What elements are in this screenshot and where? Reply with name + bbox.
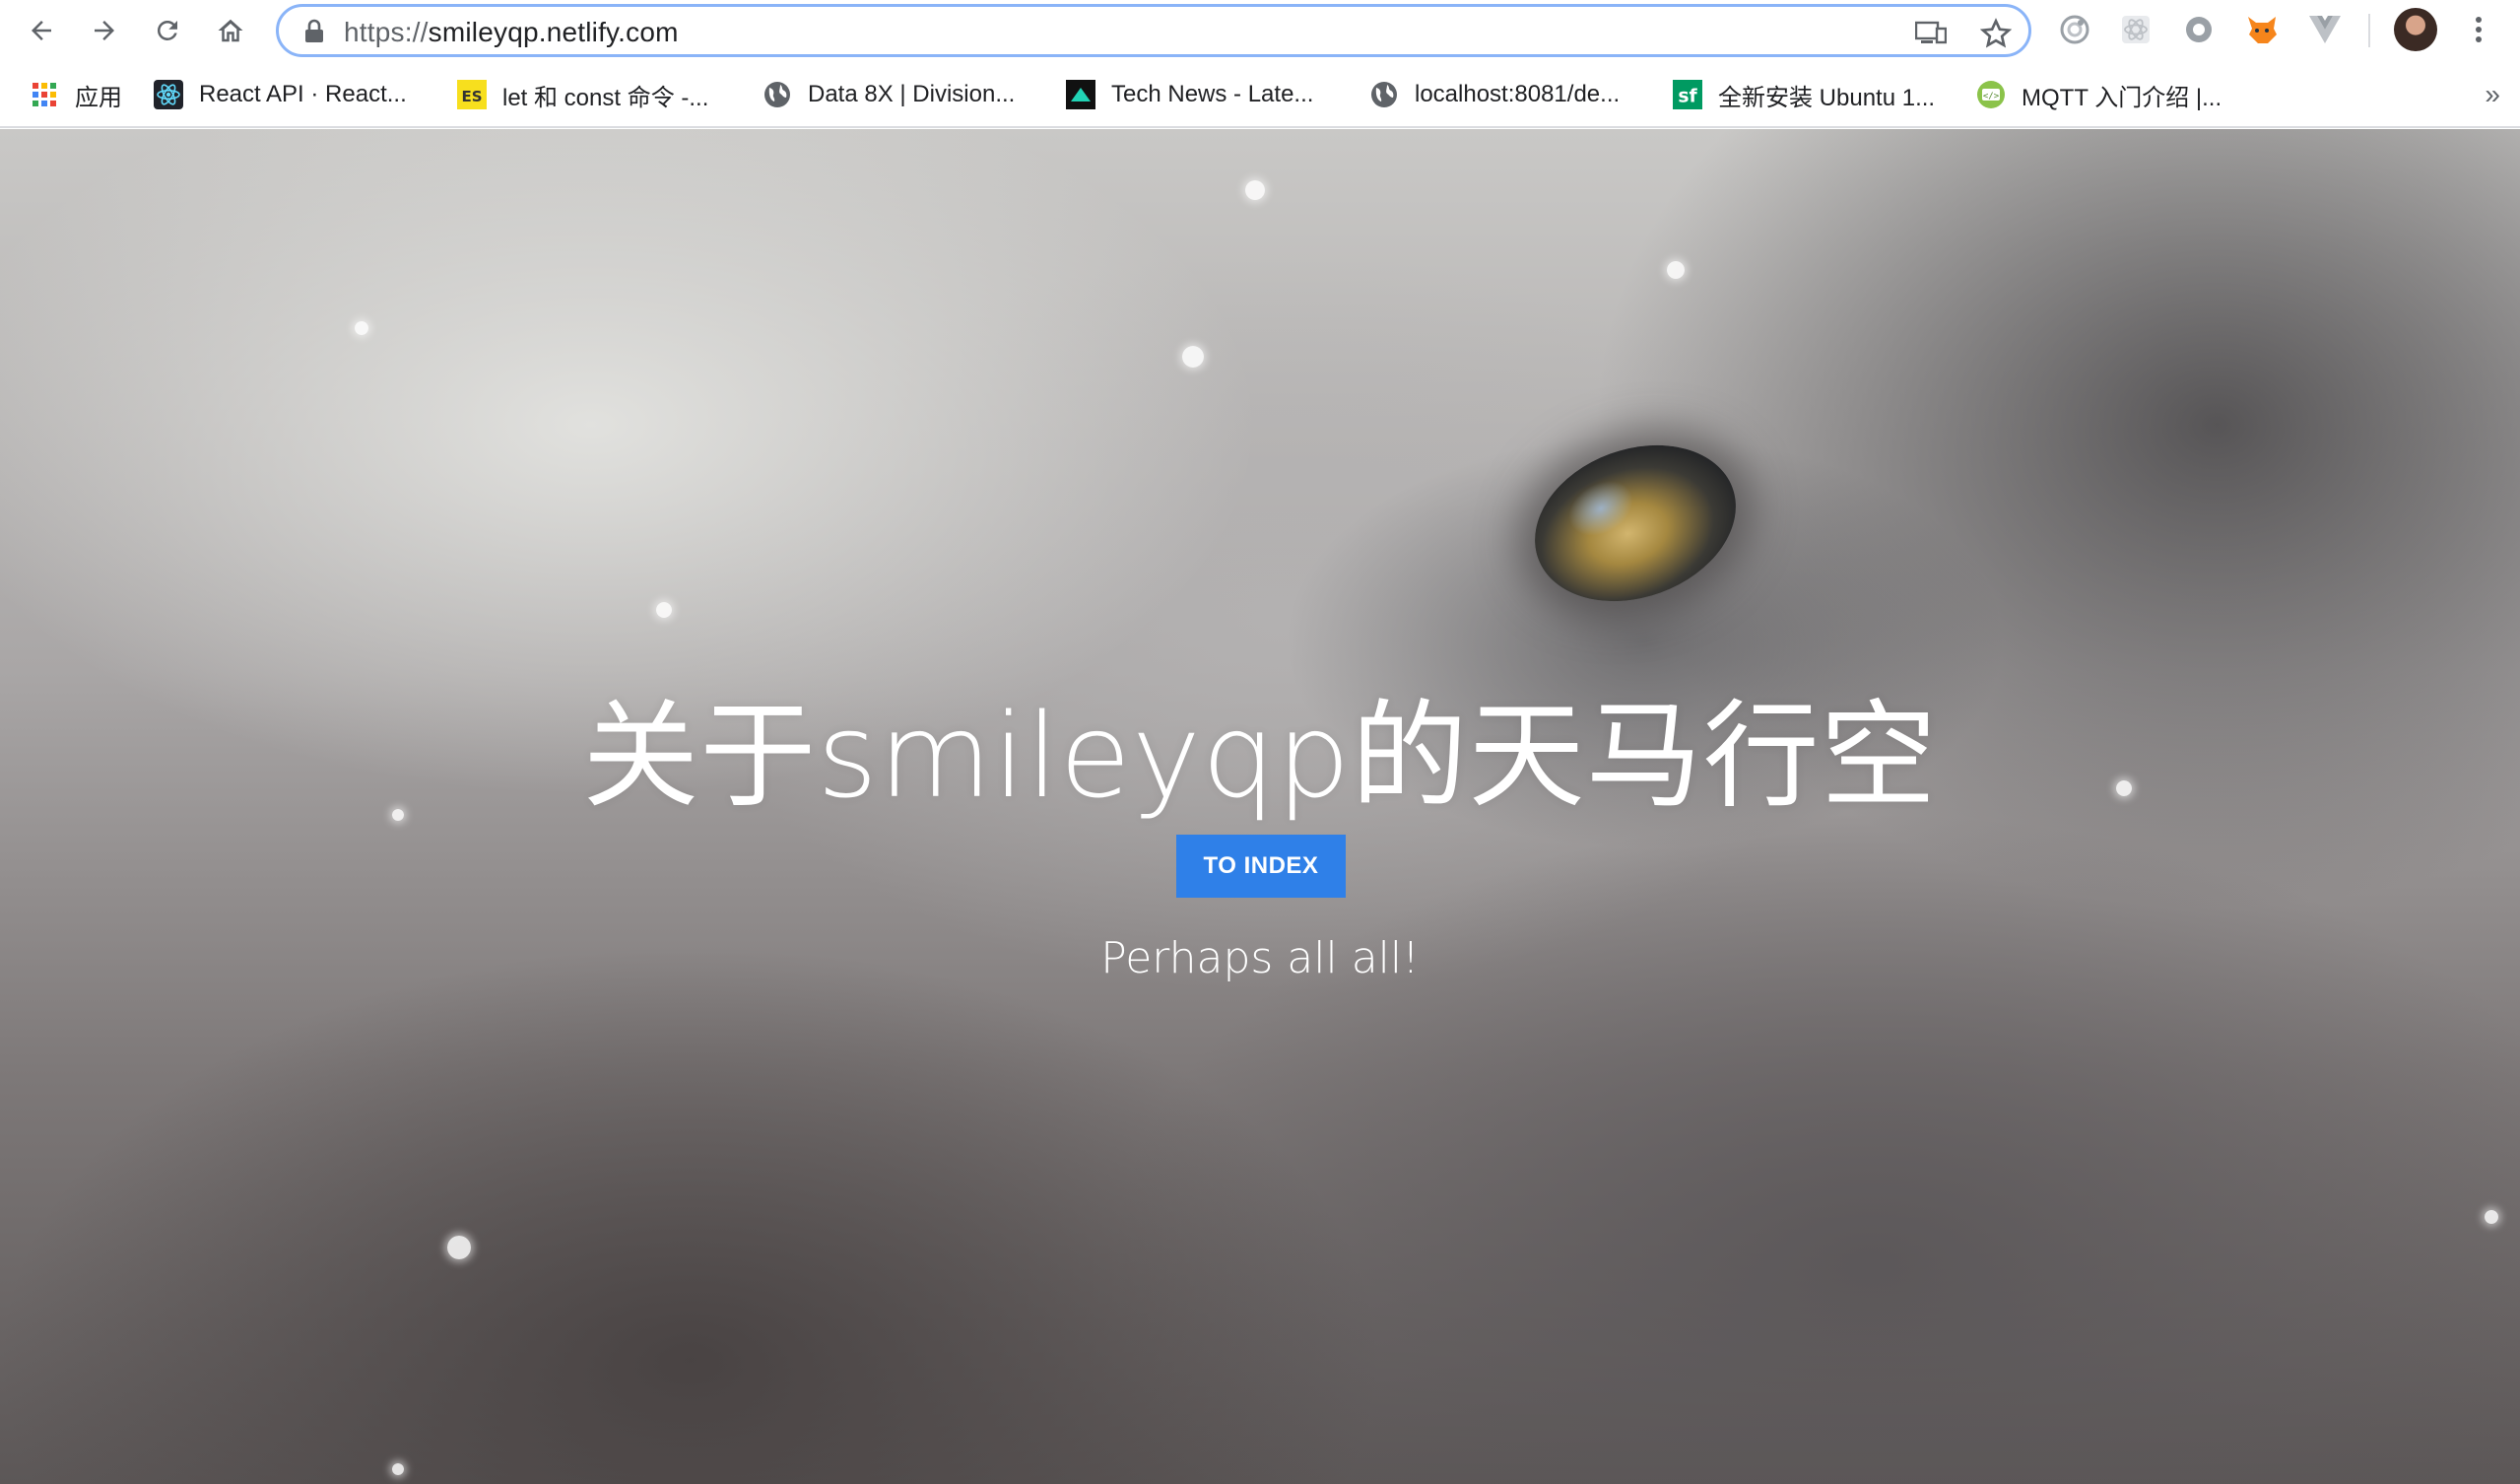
star-bookmark-icon[interactable] — [1979, 17, 2013, 50]
hero-section: 关于smileyqp的天马行空 TO INDEX Perhaps all all… — [0, 129, 2520, 1484]
cat-eye-image — [1512, 418, 1758, 629]
bookmark-label: 全新安装 Ubuntu 1... — [1718, 84, 1936, 111]
snowflake — [447, 1236, 471, 1259]
bookmark-ubuntu[interactable]: sf 全新安装 Ubuntu 1... — [1673, 75, 1935, 114]
bookmark-label: let 和 const 命令 -... — [502, 84, 709, 111]
fox-extension-icon[interactable] — [2244, 12, 2280, 47]
technews-icon — [1066, 80, 1095, 109]
snowflake — [656, 602, 672, 618]
bookmark-mqtt[interactable]: </> MQTT 入门介绍 |... — [1976, 75, 2222, 114]
snowflake — [2485, 1210, 2498, 1224]
bookmark-tech-news[interactable]: Tech News - Late... — [1066, 75, 1313, 114]
menu-kebab-icon[interactable] — [2461, 12, 2496, 47]
toolbar-divider — [2368, 14, 2370, 47]
apps-grid-icon — [30, 80, 59, 109]
bookmark-label: 应用 — [75, 84, 122, 111]
home-button[interactable] — [207, 8, 254, 53]
arrow-right-icon — [95, 21, 114, 40]
sf-icon: sf — [1673, 80, 1702, 109]
globe-icon — [1369, 80, 1399, 109]
to-index-button[interactable]: TO INDEX — [1176, 835, 1346, 898]
bookmark-label: MQTT 入门介绍 |... — [2022, 84, 2222, 111]
snowflake — [1667, 261, 1685, 279]
code-icon: </> — [1976, 80, 2006, 109]
forward-button[interactable] — [81, 8, 128, 53]
bookmark-let-const[interactable]: ES let 和 const 命令 -... — [457, 75, 708, 114]
vue-devtools-icon[interactable] — [2307, 12, 2343, 47]
url-protocol: https:// — [344, 17, 429, 47]
bookmark-label: Data 8X | Division... — [808, 81, 1016, 107]
snowflake — [1245, 180, 1265, 200]
extension-target-icon[interactable] — [2057, 12, 2092, 47]
bookmark-label: Tech News - Late... — [1111, 81, 1314, 107]
reload-button[interactable] — [144, 8, 191, 53]
back-button[interactable] — [18, 8, 65, 53]
arrow-left-icon — [32, 21, 51, 40]
bookmarks-overflow-icon[interactable]: » — [2485, 79, 2500, 110]
circle-extension-icon[interactable] — [2181, 12, 2217, 47]
snowflake — [392, 1463, 404, 1475]
url-host: smileyqp.netlify.com — [428, 17, 679, 47]
address-bar[interactable]: https://smileyqp.netlify.com — [276, 4, 2031, 57]
svg-text:</>: </> — [1983, 92, 2000, 101]
bookmark-label: React API · React... — [199, 81, 407, 107]
lock-icon — [305, 19, 323, 42]
bookmarks-bar: 应用 React API · React... ES let 和 const 命… — [0, 61, 2520, 128]
bookmark-localhost[interactable]: localhost:8081/de... — [1369, 75, 1620, 114]
home-icon — [218, 19, 243, 42]
svg-text:ES: ES — [461, 88, 482, 105]
globe-icon — [763, 80, 792, 109]
profile-avatar[interactable] — [2394, 8, 2437, 51]
bookmark-react-api[interactable]: React API · React... — [154, 75, 407, 114]
react-devtools-icon[interactable] — [2118, 12, 2154, 47]
responsive-view-icon[interactable] — [1914, 17, 1948, 50]
browser-toolbar: https://smileyqp.netlify.com — [0, 0, 2520, 61]
reload-icon — [157, 20, 177, 40]
snowflake — [1182, 346, 1204, 368]
bookmark-apps[interactable]: 应用 — [30, 75, 122, 114]
snowflake — [355, 321, 368, 335]
bookmark-label: localhost:8081/de... — [1415, 81, 1621, 107]
react-icon — [154, 80, 183, 109]
es-icon: ES — [457, 80, 487, 109]
page-subtitle: Perhaps all all! — [1100, 933, 1420, 983]
page-title: 关于smileyqp的天马行空 — [582, 688, 1938, 824]
svg-text:sf: sf — [1678, 87, 1697, 107]
bookmark-data8x[interactable]: Data 8X | Division... — [763, 75, 1015, 114]
url-text[interactable]: https://smileyqp.netlify.com — [344, 17, 1822, 48]
